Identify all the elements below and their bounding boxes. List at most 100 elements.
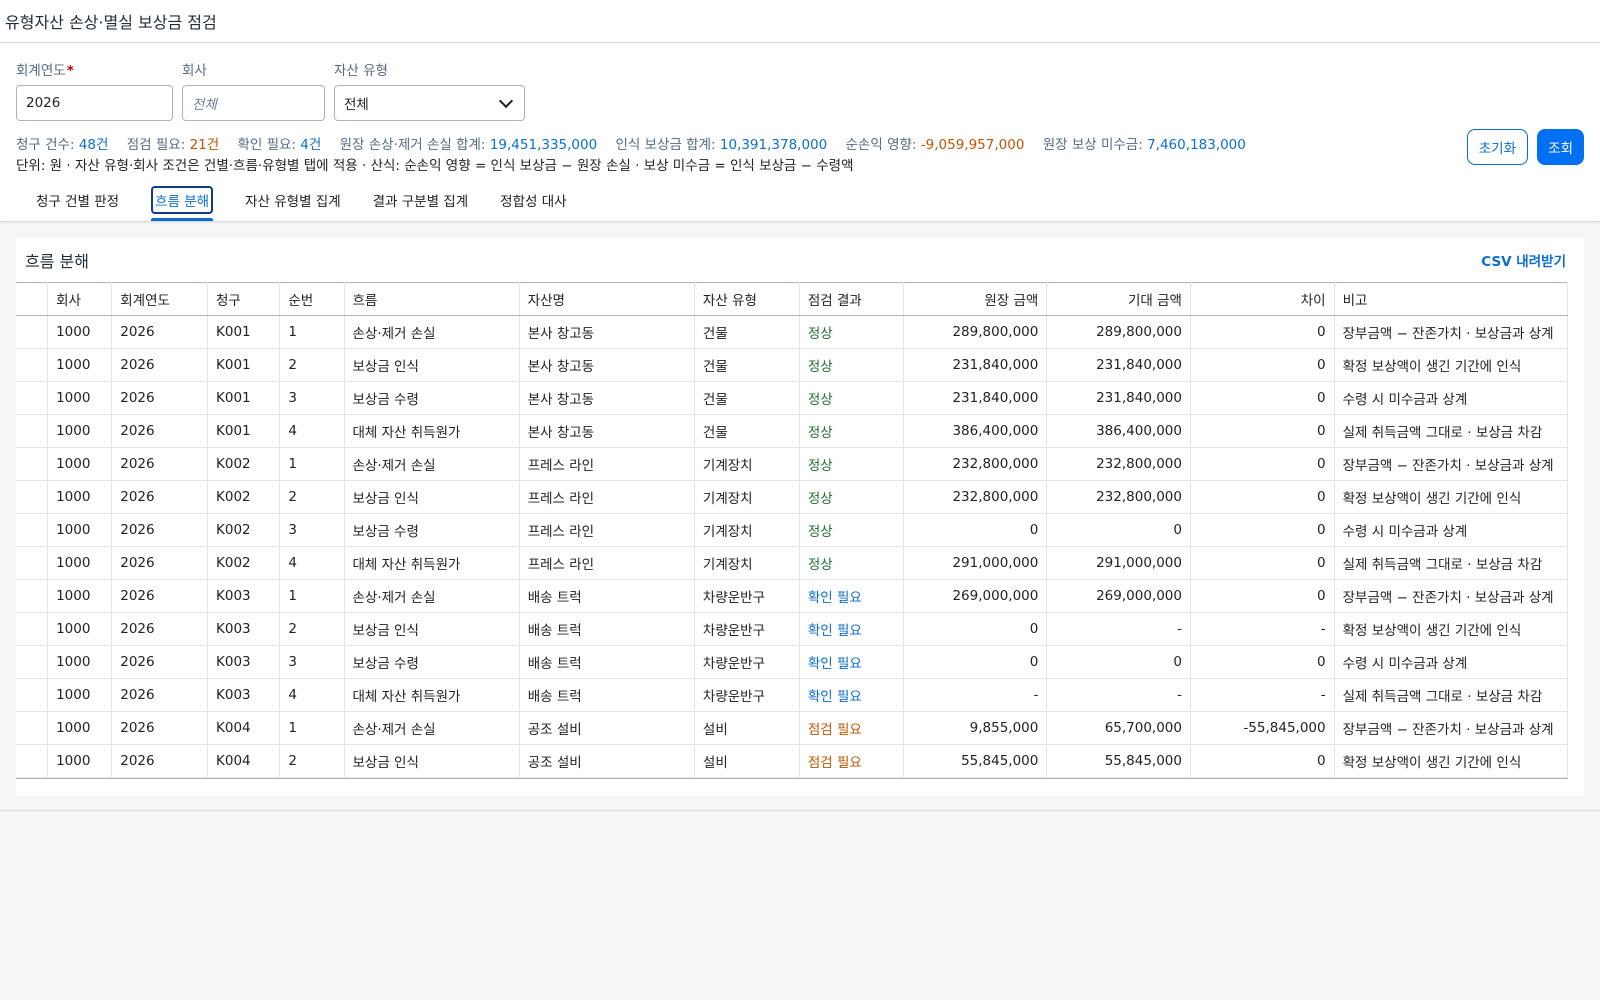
column-header[interactable]: 자산명 — [519, 282, 695, 316]
table-row[interactable]: 1000 2026 K002 1 손상·제거 손실 프레스 라인 기계장치 정상 232,800… — [16, 447, 1569, 481]
table-row[interactable]: 1000 2026 K004 1 손상·제거 손실 공조 설비 설비 점검 필요 9,855,0… — [16, 711, 1569, 745]
table-cell: 65,700,000 — [1046, 711, 1191, 745]
table-row[interactable]: 1000 2026 K001 4 대체 자산 취득원가 본사 창고동 건물 정상 386,400… — [16, 414, 1569, 448]
filter-bar: 회계연도* 2026 회사 전체 자산 유형 전체 초기화 조회 청구 건수: … — [0, 43, 1600, 178]
column-header[interactable]: 비고 — [1334, 282, 1569, 316]
column-header[interactable]: 흐름 — [344, 282, 520, 316]
loss-label: 원장 손상·제거 손실 합계: — [339, 137, 486, 153]
column-header[interactable]: 기대 금액 — [1046, 282, 1191, 316]
reset-button[interactable]: 초기화 — [1466, 129, 1528, 165]
table-row[interactable]: 1000 2026 K002 2 보상금 인식 프레스 라인 기계장치 정상 232,800,0… — [16, 480, 1569, 514]
column-header[interactable]: 차이 — [1190, 282, 1335, 316]
column-header[interactable]: 청구 — [207, 282, 281, 316]
row-selector[interactable] — [16, 744, 49, 778]
table-row[interactable]: 1000 2026 K001 2 보상금 인식 본사 창고동 건물 정상 231,840,000… — [16, 348, 1569, 382]
column-header[interactable]: 순번 — [279, 282, 345, 316]
csv-download-link[interactable]: CSV 내려받기 — [1481, 250, 1566, 270]
table-cell: 공조 설비 — [519, 711, 695, 745]
table-cell: 0 — [1190, 645, 1335, 679]
table-row[interactable]: 1000 2026 K003 3 보상금 수령 배송 트럭 차량운반구 확인 필요 0 0 0 수령 … — [16, 645, 1569, 679]
column-header[interactable]: 원장 금액 — [903, 282, 1048, 316]
app-header: 유형자산 손상·멸실 보상금 점검 — [0, 0, 1600, 43]
app-title: 유형자산 손상·멸실 보상금 점검 — [5, 13, 217, 32]
table-cell: 건물 — [694, 315, 800, 349]
row-selector[interactable] — [16, 645, 49, 679]
table-row[interactable]: 1000 2026 K003 4 대체 자산 취득원가 배송 트럭 차량운반구 확인 필요 - -… — [16, 678, 1569, 712]
table-cell: 확인 필요 — [799, 612, 904, 646]
table-cell: 실제 취득금액 그대로 · 보상금 차감 — [1334, 678, 1569, 712]
row-selector[interactable] — [16, 711, 49, 745]
loss-value: 19,451,335,000 — [489, 137, 598, 153]
table-cell: K003 — [207, 645, 281, 679]
panel-title: 흐름 분해 — [25, 252, 89, 271]
table-cell: 확인 필요 — [799, 678, 904, 712]
company-input[interactable]: 전체 — [182, 85, 325, 121]
table-cell: 1000 — [47, 744, 113, 778]
table-footer — [16, 778, 1568, 796]
tab-result-summary[interactable]: 결과 구분별 집계 — [357, 178, 485, 221]
tab-reconciliation[interactable]: 정합성 대사 — [484, 178, 582, 221]
table-cell: 1 — [279, 315, 345, 349]
row-selector[interactable] — [16, 579, 49, 613]
column-header[interactable]: 회사 — [47, 282, 113, 316]
table-cell: 확인 필요 — [799, 645, 904, 679]
table-cell: 2026 — [111, 315, 208, 349]
net-label: 순손익 영향: — [845, 137, 917, 153]
table-cell: 0 — [1190, 315, 1335, 349]
table-cell: 배송 트럭 — [519, 612, 695, 646]
column-header[interactable]: 자산 유형 — [694, 282, 800, 316]
net-value: -9,059,957,000 — [920, 137, 1025, 153]
table-cell: 2026 — [111, 480, 208, 514]
row-selector[interactable] — [16, 348, 49, 382]
row-selector[interactable] — [16, 612, 49, 646]
table-cell: 3 — [279, 381, 345, 415]
tab-bar: 청구 건별 판정 흐름 분해 자산 유형별 집계 결과 구분별 집계 정합성 대… — [0, 178, 1600, 222]
table-cell: 2026 — [111, 546, 208, 580]
row-selector[interactable] — [16, 678, 49, 712]
table-row[interactable]: 1000 2026 K001 1 손상·제거 손실 본사 창고동 건물 정상 289,800,0… — [16, 315, 1569, 349]
table-cell: 공조 설비 — [519, 744, 695, 778]
column-header[interactable]: 회계연도 — [111, 282, 208, 316]
table-cell: 대체 자산 취득원가 — [344, 678, 520, 712]
row-selector[interactable] — [16, 315, 49, 349]
table-cell: 0 — [1190, 414, 1335, 448]
row-selector[interactable] — [16, 414, 49, 448]
row-selector[interactable] — [16, 381, 49, 415]
table-row[interactable]: 1000 2026 K003 2 보상금 인식 배송 트럭 차량운반구 확인 필요 0- - 확정 … — [16, 612, 1569, 646]
go-button[interactable]: 조회 — [1537, 129, 1584, 165]
asset-type-value: 전체 — [344, 97, 369, 113]
table-cell: 손상·제거 손실 — [344, 711, 520, 745]
table-cell: 232,800,000 — [1046, 480, 1191, 514]
flow-panel: 흐름 분해 CSV 내려받기 회사 회계연도 청구 순번 흐름 자산명 자산 유… — [16, 238, 1584, 796]
row-selector[interactable] — [16, 480, 49, 514]
table-cell: 2 — [279, 480, 345, 514]
column-header[interactable]: 점검 결과 — [799, 282, 904, 316]
tab-asset-type-summary[interactable]: 자산 유형별 집계 — [229, 178, 357, 221]
table-cell: 기계장치 — [694, 546, 800, 580]
table-cell: 건물 — [694, 381, 800, 415]
tab-claim-judgement[interactable]: 청구 건별 판정 — [20, 178, 135, 221]
table-cell: K001 — [207, 315, 281, 349]
table-row[interactable]: 1000 2026 K004 2 보상금 인식 공조 설비 설비 점검 필요 55,845,00… — [16, 744, 1569, 778]
table-row[interactable]: 1000 2026 K003 1 손상·제거 손실 배송 트럭 차량운반구 확인 필요 269,… — [16, 579, 1569, 613]
table-cell: 291,000,000 — [1046, 546, 1191, 580]
table-cell: 수령 시 미수금과 상계 — [1334, 381, 1569, 415]
row-selector[interactable] — [16, 513, 49, 547]
table-cell: 건물 — [694, 348, 800, 382]
asset-type-select[interactable]: 전체 — [334, 85, 525, 121]
table-cell: 1000 — [47, 513, 113, 547]
row-selector[interactable] — [16, 546, 49, 580]
table-cell: 차량운반구 — [694, 645, 800, 679]
table-row[interactable]: 1000 2026 K002 4 대체 자산 취득원가 프레스 라인 기계장치 정상 291,0… — [16, 546, 1569, 580]
table-row[interactable]: 1000 2026 K001 3 보상금 수령 본사 창고동 건물 정상 231,840,000… — [16, 381, 1569, 415]
table-cell: 1000 — [47, 711, 113, 745]
fiscal-year-input[interactable]: 2026 — [16, 85, 173, 121]
table-cell: 정상 — [799, 348, 904, 382]
table-cell: 0 — [1190, 381, 1335, 415]
row-selector[interactable] — [16, 447, 49, 481]
tab-flow-breakdown[interactable]: 흐름 분해 — [135, 178, 229, 221]
table-cell: 0 — [1190, 513, 1335, 547]
table-row[interactable]: 1000 2026 K002 3 보상금 수령 프레스 라인 기계장치 정상 0 0 0 수령 시 미… — [16, 513, 1569, 547]
table-cell: 2026 — [111, 381, 208, 415]
table-cell: K002 — [207, 546, 281, 580]
